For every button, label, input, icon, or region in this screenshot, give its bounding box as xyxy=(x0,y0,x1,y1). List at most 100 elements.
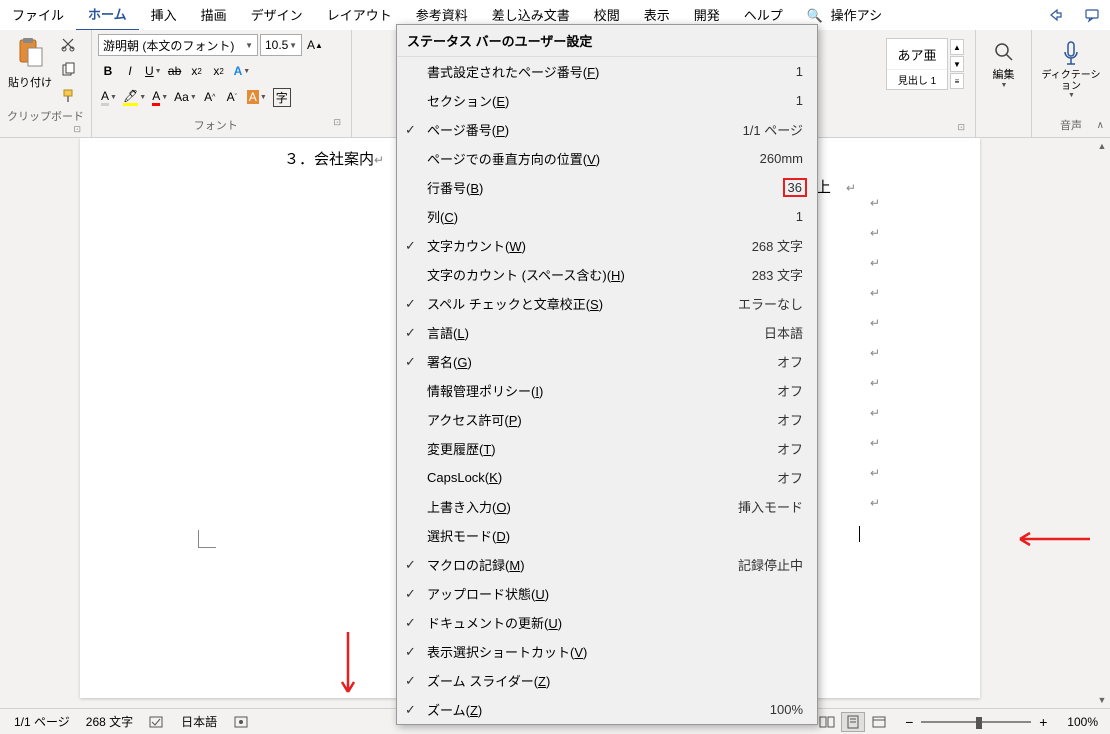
annotation-arrow-right xyxy=(1010,531,1090,547)
context-item-value: 260mm xyxy=(760,151,807,166)
paste-label: 貼り付け xyxy=(8,74,52,90)
view-read-button[interactable] xyxy=(815,712,839,732)
menu-draw[interactable]: 描画 xyxy=(189,0,239,30)
status-page[interactable]: 1/1 ページ xyxy=(6,713,78,730)
highlight-button[interactable]: 🖊▼ xyxy=(120,86,147,108)
context-menu-item[interactable]: ✓アップロード状態(U) xyxy=(397,579,817,608)
context-menu-item[interactable]: セクション(E)1 xyxy=(397,86,817,115)
context-menu-item[interactable]: 変更履歴(T)オフ xyxy=(397,434,817,463)
context-menu-item[interactable]: ✓ページ番号(P)1/1 ページ xyxy=(397,115,817,144)
context-menu-item[interactable]: ✓マクロの記録(M)記録停止中 xyxy=(397,550,817,579)
strikethrough-button[interactable]: ab xyxy=(165,60,185,82)
font-size-select[interactable]: 10.5 ▼ xyxy=(260,34,302,56)
style-item[interactable]: あア亜 見出し 1 xyxy=(886,38,948,90)
check-icon: ✓ xyxy=(405,644,416,660)
style-down-button[interactable]: ▼ xyxy=(950,56,964,72)
scroll-up-button[interactable]: ▲ xyxy=(1094,138,1110,154)
subscript-button[interactable]: x2 xyxy=(187,60,207,82)
context-item-label: 表示選択ショートカット(V) xyxy=(427,642,803,661)
ruby-button[interactable]: A▼ xyxy=(244,86,268,108)
context-item-label: ページでの垂直方向の位置(V) xyxy=(427,149,760,168)
paste-button[interactable]: 貼り付け xyxy=(6,34,54,92)
context-menu-item[interactable]: CapsLock(K)オフ xyxy=(397,463,817,492)
context-menu-item[interactable]: ✓言語(L)日本語 xyxy=(397,318,817,347)
font-color-a-button[interactable]: A▼ xyxy=(98,86,118,108)
status-wordcount[interactable]: 268 文字 xyxy=(78,713,141,730)
context-menu-item[interactable]: 上書き入力(O)挿入モード xyxy=(397,492,817,521)
clipboard-launcher[interactable]: ⊡ xyxy=(73,124,85,135)
ribbon-collapse-button[interactable]: ∧ xyxy=(1097,120,1104,131)
superscript-button[interactable]: x2 xyxy=(209,60,229,82)
styles-launcher[interactable]: ⊡ xyxy=(957,122,969,133)
copy-button[interactable] xyxy=(58,60,78,80)
context-menu-item[interactable]: 書式設定されたページ番号(F)1 xyxy=(397,57,817,86)
context-item-label: 文字カウント(W) xyxy=(427,236,752,255)
scroll-down-button[interactable]: ▼ xyxy=(1094,692,1110,708)
dictation-button[interactable]: ディクテーション ▼ xyxy=(1038,40,1104,99)
context-item-value: 1/1 ページ xyxy=(743,120,807,139)
menubar-right xyxy=(1038,1,1110,29)
font-launcher[interactable]: ⊡ xyxy=(333,117,345,128)
enclose-button[interactable]: 字 xyxy=(270,86,294,108)
status-spellcheck[interactable] xyxy=(141,715,173,729)
context-menu-item[interactable]: ✓ズーム(Z)100% xyxy=(397,695,817,724)
context-menu-item[interactable]: 文字のカウント (スペース含む)(H)283 文字 xyxy=(397,260,817,289)
comments-button[interactable] xyxy=(1074,1,1110,29)
zoom-thumb[interactable] xyxy=(976,717,982,729)
font-color-button[interactable]: A▼ xyxy=(149,86,169,108)
context-menu-item[interactable]: ✓文字カウント(W)268 文字 xyxy=(397,231,817,260)
context-menu-item[interactable]: ページでの垂直方向の位置(V)260mm xyxy=(397,144,817,173)
check-icon: ✓ xyxy=(405,122,416,138)
context-item-label: マクロの記録(M) xyxy=(427,555,738,574)
text-effects-button[interactable]: A▼ xyxy=(231,60,252,82)
context-menu-item[interactable]: ✓ドキュメントの更新(U) xyxy=(397,608,817,637)
font-grow-button[interactable]: A▲ xyxy=(304,34,326,56)
context-item-value: 1 xyxy=(796,64,807,79)
context-menu-item[interactable]: 情報管理ポリシー(I)オフ xyxy=(397,376,817,405)
zoom-value[interactable]: 100% xyxy=(1061,715,1104,729)
style-more-button[interactable]: ≡ xyxy=(950,73,964,89)
context-menu-item[interactable]: 行番号(B)36 xyxy=(397,173,817,202)
zoom-slider[interactable]: − + xyxy=(901,714,1051,730)
font-shrink-button[interactable]: A^ xyxy=(200,86,220,108)
share-button[interactable] xyxy=(1038,1,1074,29)
menu-design[interactable]: デザイン xyxy=(239,0,315,30)
zoom-in-button[interactable]: + xyxy=(1035,714,1051,730)
vertical-scrollbar[interactable]: ▲ ▼ xyxy=(1094,138,1110,708)
editing-button[interactable]: 編集 ▼ xyxy=(992,40,1016,89)
font-name-select[interactable]: 游明朝 (本文のフォント) ▼ xyxy=(98,34,258,56)
status-macro[interactable] xyxy=(225,715,257,729)
context-item-label: 変更履歴(T) xyxy=(427,439,777,458)
context-item-label: 情報管理ポリシー(I) xyxy=(427,381,777,400)
zoom-out-button[interactable]: − xyxy=(901,714,917,730)
search-icon: 🔍 xyxy=(807,8,823,23)
underline-button[interactable]: U▼ xyxy=(142,60,163,82)
menu-layout[interactable]: レイアウト xyxy=(315,0,404,30)
context-menu-item[interactable]: ✓スペル チェックと文章校正(S)エラーなし xyxy=(397,289,817,318)
context-menu-item[interactable]: ✓ズーム スライダー(Z) xyxy=(397,666,817,695)
style-up-button[interactable]: ▲ xyxy=(950,39,964,55)
change-case-button[interactable]: Aa▼ xyxy=(171,86,198,108)
menu-file[interactable]: ファイル xyxy=(0,0,76,30)
font-group-label: フォント xyxy=(194,120,238,132)
font-shrink2-button[interactable]: Aˇ xyxy=(222,86,242,108)
context-menu-item[interactable]: ✓署名(G)オフ xyxy=(397,347,817,376)
context-menu-item[interactable]: 列(C)1 xyxy=(397,202,817,231)
context-item-label: スペル チェックと文章校正(S) xyxy=(427,294,738,313)
context-menu-item[interactable]: 選択モード(D) xyxy=(397,521,817,550)
menu-insert[interactable]: 挿入 xyxy=(139,0,189,30)
context-menu-item[interactable]: アクセス許可(P)オフ xyxy=(397,405,817,434)
context-item-label: 選択モード(D) xyxy=(427,526,803,545)
zoom-track[interactable] xyxy=(921,721,1031,723)
context-menu-item[interactable]: ✓ 表示選択ショートカット(V) xyxy=(397,637,817,666)
status-language[interactable]: 日本語 xyxy=(173,713,225,730)
bold-button[interactable]: B xyxy=(98,60,118,82)
ribbon-group-clipboard: 貼り付け クリップボード ⊡ xyxy=(0,30,92,137)
italic-button[interactable]: I xyxy=(120,60,140,82)
format-painter-button[interactable] xyxy=(58,86,78,106)
check-icon: ✓ xyxy=(405,238,416,254)
menu-home[interactable]: ホーム xyxy=(76,0,139,31)
cut-button[interactable] xyxy=(58,34,78,54)
view-print-button[interactable] xyxy=(841,712,865,732)
view-web-button[interactable] xyxy=(867,712,891,732)
